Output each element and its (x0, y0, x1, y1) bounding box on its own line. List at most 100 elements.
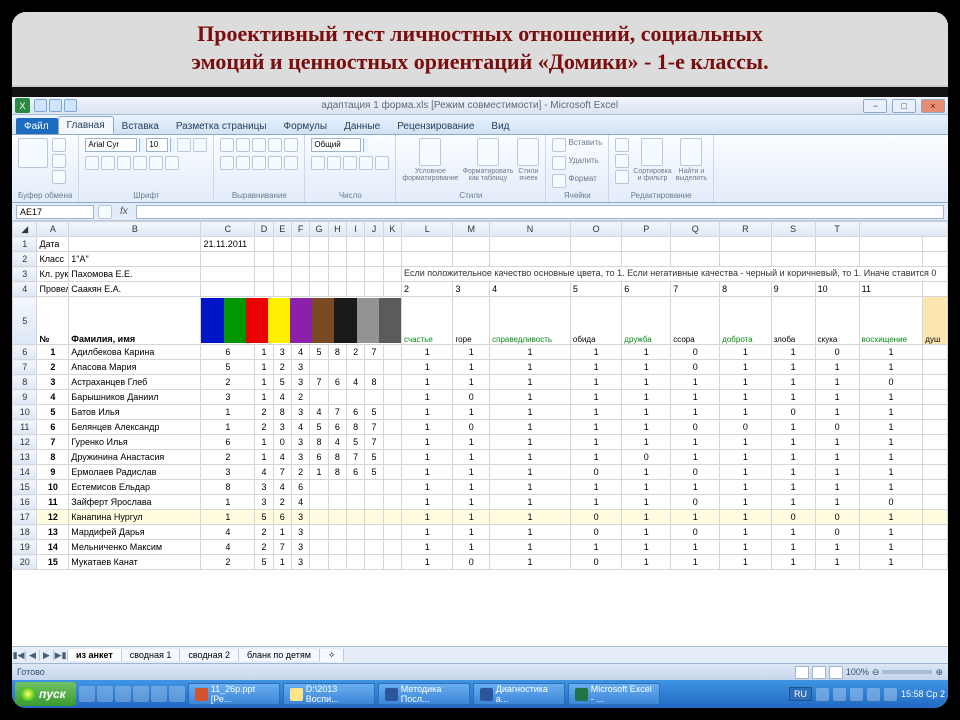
qat-undo-icon[interactable] (49, 99, 62, 112)
cell[interactable]: 13 (37, 525, 69, 540)
cell[interactable]: 1 (771, 480, 815, 495)
fill-color-button[interactable] (149, 156, 163, 170)
row-head[interactable]: 19 (13, 540, 37, 555)
insert-cells-button[interactable] (552, 138, 566, 152)
cell[interactable] (383, 405, 401, 420)
cell[interactable] (365, 237, 383, 252)
cell[interactable]: 1 (490, 390, 571, 405)
row-head[interactable]: 14 (13, 465, 37, 480)
tab-view[interactable]: Вид (483, 118, 518, 134)
col-head[interactable] (859, 222, 947, 237)
cell[interactable]: дружба (622, 297, 671, 345)
cell[interactable] (365, 267, 383, 282)
cell[interactable]: 3 (291, 450, 309, 465)
tray-icon[interactable] (816, 688, 829, 701)
cell[interactable]: 1 (671, 390, 720, 405)
row-head[interactable]: 6 (13, 345, 37, 360)
cell[interactable]: 1 (453, 360, 490, 375)
grow-font-button[interactable] (177, 138, 191, 152)
cell[interactable] (923, 555, 948, 570)
task-folder[interactable]: D:\2013 Воспи... (283, 683, 375, 705)
cell[interactable] (622, 237, 671, 252)
cell[interactable]: 5 (310, 345, 328, 360)
tray-icon[interactable] (884, 688, 897, 701)
cell[interactable]: 1 (402, 555, 453, 570)
cell[interactable]: Апасова Мария (69, 360, 201, 375)
cell[interactable] (383, 540, 401, 555)
cell[interactable]: 1 (815, 405, 859, 420)
cell[interactable]: 1 (859, 525, 923, 540)
align-middle-button[interactable] (236, 138, 250, 152)
align-left-button[interactable] (220, 156, 234, 170)
delete-cells-button[interactable] (552, 156, 566, 170)
fill-button[interactable] (615, 154, 629, 168)
cell[interactable] (347, 555, 365, 570)
cell[interactable] (490, 237, 571, 252)
format-cells-button[interactable] (552, 174, 566, 188)
cell[interactable] (383, 480, 401, 495)
cell[interactable]: 2 (291, 390, 309, 405)
cell[interactable] (771, 237, 815, 252)
cell[interactable]: 4 (273, 390, 291, 405)
cell[interactable]: 0 (671, 420, 720, 435)
tab-layout[interactable]: Разметка страницы (168, 118, 276, 134)
cell[interactable]: 0 (815, 525, 859, 540)
sheet-nav-last-icon[interactable]: ▶▮ (54, 650, 68, 661)
cell[interactable] (365, 390, 383, 405)
cell[interactable] (291, 237, 309, 252)
cell[interactable]: Пахомова Е.Е. (69, 267, 201, 282)
cell[interactable]: 3 (37, 375, 69, 390)
row-head[interactable]: 18 (13, 525, 37, 540)
cell[interactable]: Дружинина Анастасия (69, 450, 201, 465)
cell[interactable] (273, 267, 291, 282)
cell[interactable]: 8 (328, 450, 346, 465)
cell[interactable] (383, 555, 401, 570)
cell[interactable] (365, 495, 383, 510)
cell[interactable] (365, 525, 383, 540)
cell[interactable] (923, 282, 948, 297)
tab-review[interactable]: Рецензирование (389, 118, 483, 134)
cell[interactable]: 1 (671, 555, 720, 570)
underline-button[interactable] (117, 156, 131, 170)
cell[interactable]: 1 (720, 405, 771, 420)
cell[interactable] (328, 480, 346, 495)
cell[interactable] (453, 252, 490, 267)
cell[interactable]: 2 (255, 525, 273, 540)
cell[interactable]: 0 (671, 345, 720, 360)
new-sheet-button[interactable]: ✧ (320, 649, 345, 662)
cell[interactable]: 5 (255, 510, 273, 525)
cell[interactable]: 1 (453, 480, 490, 495)
cell[interactable]: 1 (490, 435, 571, 450)
cell[interactable]: 0 (771, 405, 815, 420)
zoom-slider[interactable] (882, 670, 932, 674)
cell[interactable] (383, 375, 401, 390)
cell[interactable] (815, 252, 859, 267)
row-head[interactable]: 4 (13, 282, 37, 297)
cell[interactable]: 0 (671, 360, 720, 375)
cell[interactable]: 3 (273, 345, 291, 360)
cell[interactable] (347, 510, 365, 525)
cut-button[interactable] (52, 138, 66, 152)
col-head[interactable]: B (69, 222, 201, 237)
cell[interactable]: 1 (570, 435, 621, 450)
col-head[interactable]: I (347, 222, 365, 237)
cond-format-button[interactable] (419, 138, 441, 166)
cell[interactable]: Если положительное качество основные цве… (402, 267, 948, 282)
cell[interactable]: Барышников Даниил (69, 390, 201, 405)
tray-icon[interactable] (833, 688, 846, 701)
cell[interactable]: 2 (402, 282, 453, 297)
cell[interactable] (291, 267, 309, 282)
comma-button[interactable] (343, 156, 357, 170)
cell[interactable] (453, 237, 490, 252)
cell[interactable]: 1 (310, 465, 328, 480)
cell[interactable]: 1 (255, 435, 273, 450)
cell[interactable]: 1 (402, 360, 453, 375)
row-head[interactable]: 13 (13, 450, 37, 465)
cell[interactable]: Ермолаев Радислав (69, 465, 201, 480)
cell[interactable]: Белянцев Александр (69, 420, 201, 435)
cell[interactable] (383, 420, 401, 435)
cell[interactable]: 1 (402, 390, 453, 405)
cell[interactable]: 11 (859, 282, 923, 297)
cell[interactable]: 1 (37, 345, 69, 360)
cell[interactable] (923, 390, 948, 405)
